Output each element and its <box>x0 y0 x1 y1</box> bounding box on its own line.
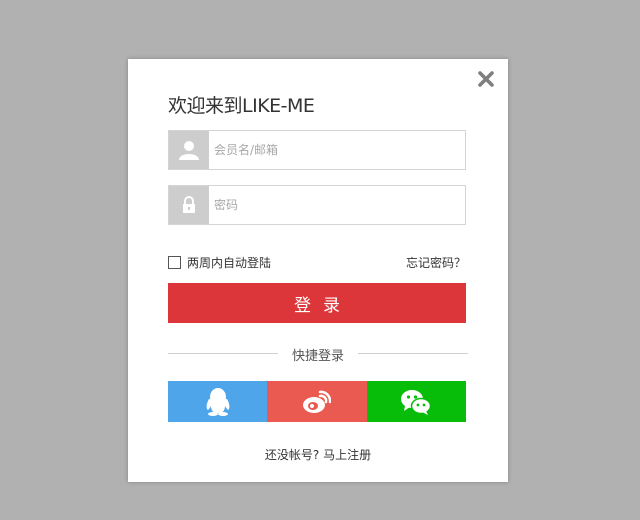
quick-login-label: 快捷登录 <box>291 349 344 364</box>
weibo-login-button[interactable] <box>267 381 367 422</box>
qq-login-button[interactable] <box>168 381 268 422</box>
register-line: 还没帐号? 马上注册 <box>128 446 508 463</box>
qq-icon <box>206 387 230 416</box>
username-field <box>168 130 466 170</box>
social-login-bar <box>168 381 466 422</box>
password-input[interactable] <box>209 186 465 224</box>
wechat-login-button[interactable] <box>366 381 466 422</box>
username-input[interactable] <box>209 131 465 169</box>
login-button[interactable]: 登录 <box>168 283 466 323</box>
wechat-icon <box>401 389 432 415</box>
weibo-icon <box>302 390 331 413</box>
user-icon <box>169 131 209 169</box>
forgot-password-link[interactable]: 忘记密码？ <box>406 254 466 271</box>
login-modal: 欢迎来到LIKE-ME 两周内自动登陆 忘记密码？ 登录 快捷登录 <box>128 59 508 482</box>
remember-checkbox[interactable] <box>168 255 181 269</box>
register-link[interactable]: 马上注册 <box>323 448 371 462</box>
lock-icon <box>169 186 209 224</box>
login-title: 欢迎来到LIKE-ME <box>168 95 315 117</box>
quick-login-divider: 快捷登录 <box>168 343 468 364</box>
remember-me[interactable]: 两周内自动登陆 <box>168 254 271 270</box>
remember-label: 两周内自动登陆 <box>187 255 272 270</box>
close-icon[interactable] <box>478 71 494 87</box>
register-prompt: 还没帐号? <box>264 448 324 462</box>
divider-line-right <box>358 353 468 354</box>
password-field <box>168 185 466 225</box>
